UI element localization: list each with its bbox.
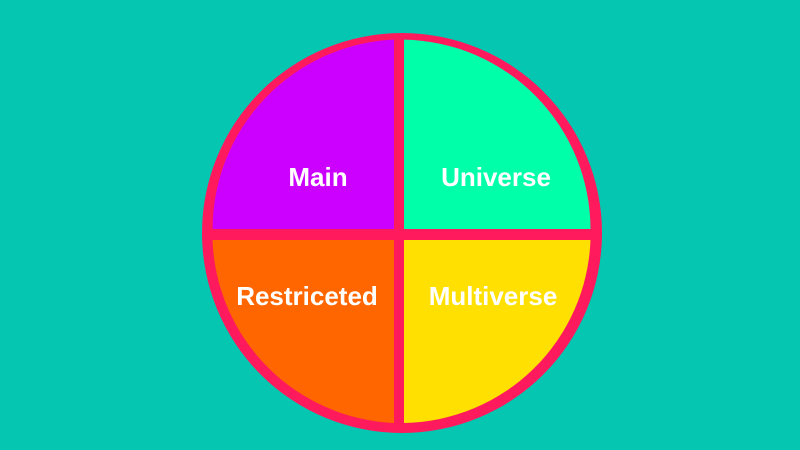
label-universe: Universe <box>441 162 551 192</box>
label-multiverse: Multiverse <box>428 281 558 311</box>
quadrant-diagram <box>0 0 800 450</box>
label-restricted: Restriceted <box>236 281 378 311</box>
label-main: Main <box>288 162 348 192</box>
circle-outline <box>202 33 602 433</box>
